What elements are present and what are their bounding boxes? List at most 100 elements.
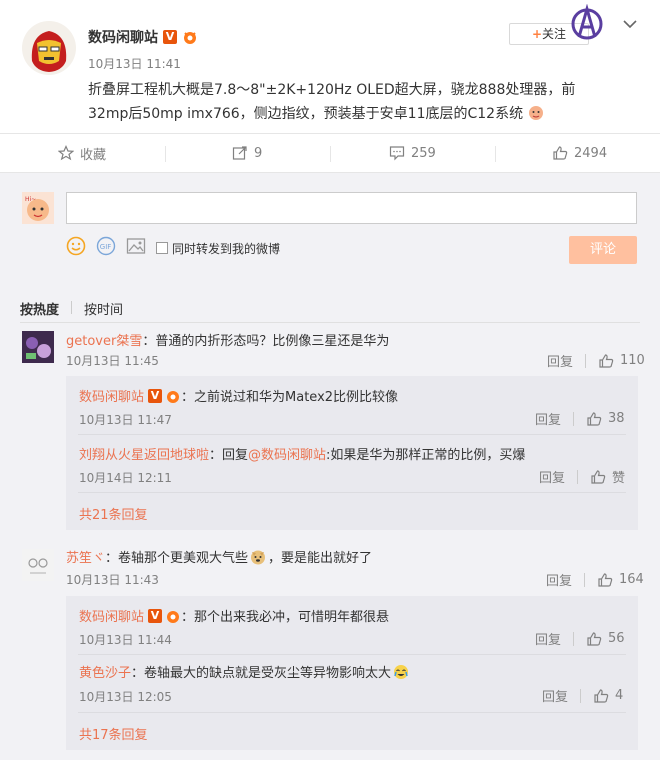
mention-link[interactable]: @数码闲聊站 [248,448,326,463]
divider [78,434,626,435]
thumbs-up-icon [553,146,568,160]
composer-toolbar: GIF 同时转发到我的微博 [66,236,280,260]
divider [585,353,587,368]
submit-comment-button[interactable]: 评论 [569,236,637,264]
post-author-name[interactable]: 数码闲聊站 [88,27,158,47]
divider [78,492,626,493]
current-user-avatar[interactable]: Hi~ [22,192,54,224]
reply-ops: 回复 56 [535,629,625,648]
post-timestamp[interactable]: 10月13日 11:41 [88,55,181,72]
embarrassed-emoji-icon [528,105,544,121]
commenter-avatar[interactable] [22,331,54,363]
thumbs-up-icon[interactable] [586,631,602,647]
thumbs-up-icon[interactable] [598,353,614,369]
verified-v-icon: V [163,30,177,44]
reply-text: 刘翔从火星返回地球啦：回复@数码闲聊站:如果是华为那样正常的比例，买爆 [79,444,525,463]
reply-body: ：卷轴最大的缺点就是受灰尘等异物影响太大 [131,666,392,681]
divider [78,654,626,655]
like-count: 4 [615,688,624,703]
replier-name[interactable]: 数码闲聊站 [79,386,144,405]
thumbs-up-icon[interactable] [593,688,609,704]
reply-body: ：那个出来我必冲，可惜明年都很悬 [181,610,390,625]
image-icon[interactable] [126,236,146,260]
reply-button[interactable]: 回复 [547,351,573,370]
reply-time: 10月13日 11:47 [79,413,172,427]
thumbs-up-icon[interactable] [590,469,606,485]
reply-text: 数码闲聊站 V ：之前说过和华为Matex2比例比较像 [79,386,398,405]
replier-name[interactable]: 数码闲聊站 [79,606,144,625]
emoji-icon[interactable] [66,236,86,260]
replier-name[interactable]: 刘翔从火星返回地球啦 [79,448,209,463]
reply-text: 数码闲聊站 V ：那个出来我必冲，可惜明年都很悬 [79,606,389,625]
sort-by-hot-tab[interactable]: 按热度 [20,299,59,318]
reply-body: :如果是华为那样正常的比例，买爆 [326,448,526,463]
reply-body: ：之前说过和华为Matex2比例比较像 [181,390,399,405]
divider [330,146,331,162]
marvel-emblem-icon [570,3,604,42]
chevron-down-icon[interactable] [622,18,638,30]
crying-laugh-emoji-icon [393,664,409,680]
star-icon [58,145,74,161]
repost-checkbox-row[interactable]: 同时转发到我的微博 [156,240,280,257]
comment-time: 10月13日 11:43 [66,573,159,587]
commenter-name[interactable]: getover桀雪 [66,334,142,349]
like-count: 110 [620,353,645,368]
reply-button[interactable]: 回复 [535,629,561,648]
post-action-bar: 收藏 9 259 2494 [0,133,660,173]
comment-input[interactable] [66,192,637,224]
reply-ops: 回复 38 [535,409,625,428]
like-count: 164 [619,572,644,587]
verified-v-icon: V [148,388,163,403]
divider [165,146,166,162]
favorite-button[interactable]: 收藏 [58,134,106,172]
divider [573,631,575,646]
divider [71,301,72,314]
reply-thread: 数码闲聊站 V ：之前说过和华为Matex2比例比较像 10月13日 11:47… [66,376,638,530]
reply-button[interactable]: 回复 [542,686,568,705]
gif-icon[interactable]: GIF [96,236,116,260]
post-text-line2: 32mp后50mp imx766，侧边指纹，预装基于安卓11底层的C12系统 [88,102,648,126]
more-replies-link[interactable]: 共17条回复 [79,724,148,743]
reply-button[interactable]: 回复 [535,409,561,428]
reply-time: 10月14日 12:11 [79,471,172,485]
comment-ops: 回复 110 [547,351,645,370]
comment-ops: 回复 164 [546,570,644,589]
replier-name[interactable]: 黄色沙子 [79,662,131,681]
repost-icon [232,146,247,160]
post-author-row: 数码闲聊站 V [88,27,198,47]
author-avatar[interactable] [22,21,76,75]
doge-emoji-icon [250,549,266,565]
more-replies-link[interactable]: 共21条回复 [79,504,148,523]
divider [580,688,582,703]
like-button[interactable]: 2494 [552,134,607,172]
thumbs-up-icon[interactable] [586,411,602,427]
comment-button[interactable]: 259 [389,134,436,172]
commenter-avatar[interactable] [22,549,54,581]
favorite-label: 收藏 [80,147,107,163]
repost-count: 9 [254,145,263,161]
comment-body: ：普通的内折形态吗？比例像三星还是华为 [142,334,390,349]
comment-body: ：卷轴那个更美观大气些 [105,551,249,566]
reply-button[interactable]: 回复 [539,467,565,486]
divider [495,146,496,162]
comment-icon [389,146,405,161]
member-badge-icon [182,30,198,44]
member-badge-icon [165,609,181,623]
sort-by-time-tab[interactable]: 按时间 [84,299,123,318]
like-count: 2494 [574,145,608,161]
comment-text: 苏笙ヾ ：卷轴那个更美观大气些 ，要是能出就好了 [66,547,372,566]
comment-body-tail: ，要是能出就好了 [268,551,373,566]
reply-ops: 回复 赞 [539,467,625,486]
follow-button-label: 关注 [542,27,567,41]
repost-button[interactable]: 9 [232,134,262,172]
post-text-line1: 折叠屏工程机大概是7.8～8"±2K+120Hz OLED超大屏，骁龙888处理… [88,82,576,98]
thumbs-up-icon[interactable] [597,572,613,588]
repost-checkbox[interactable] [156,242,168,254]
like-label: 赞 [612,471,626,486]
reply-button[interactable]: 回复 [546,570,572,589]
reply-prefix: ：回复 [209,448,249,463]
commenter-name[interactable]: 苏笙ヾ [66,547,105,566]
comment-time: 10月13日 11:45 [66,354,159,368]
comment-text: getover桀雪：普通的内折形态吗？比例像三星还是华为 [66,330,389,349]
svg-text:Hi~: Hi~ [25,196,36,203]
